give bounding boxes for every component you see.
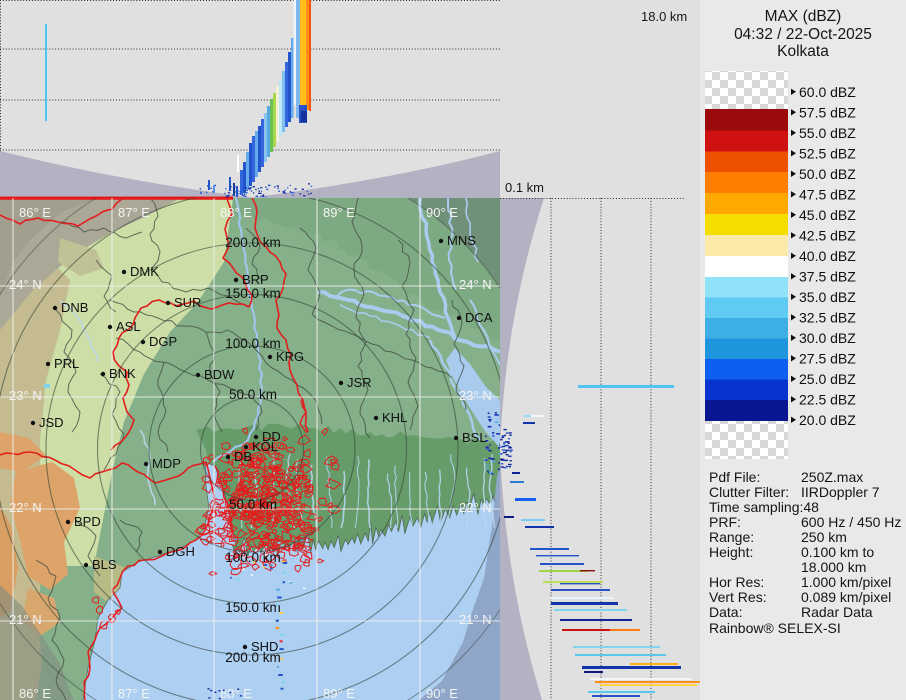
- svg-text:BLS: BLS: [92, 557, 117, 572]
- svg-text:37.5 dBZ: 37.5 dBZ: [799, 268, 856, 284]
- svg-text:50.0 dBZ: 50.0 dBZ: [799, 166, 856, 182]
- svg-text:89° E: 89° E: [323, 205, 355, 220]
- svg-text:88° E: 88° E: [220, 686, 252, 700]
- svg-text:20.0 dBZ: 20.0 dBZ: [799, 412, 856, 428]
- svg-text:DMK: DMK: [130, 264, 159, 279]
- svg-text:PRL: PRL: [54, 356, 79, 371]
- svg-text:DNB: DNB: [61, 300, 88, 315]
- svg-text:27.5 dBZ: 27.5 dBZ: [799, 350, 856, 366]
- svg-text:KHL: KHL: [382, 410, 407, 425]
- svg-text:30.0 dBZ: 30.0 dBZ: [799, 330, 856, 346]
- svg-text:60.0 dBZ: 60.0 dBZ: [799, 84, 856, 100]
- svg-text:50.0 km: 50.0 km: [229, 497, 277, 512]
- svg-text:52.5 dBZ: 52.5 dBZ: [799, 145, 856, 161]
- svg-text:ASL: ASL: [116, 319, 141, 334]
- svg-text:55.0 dBZ: 55.0 dBZ: [799, 125, 856, 141]
- svg-text:45.0 dBZ: 45.0 dBZ: [799, 207, 856, 223]
- svg-text:23° N: 23° N: [9, 388, 42, 403]
- svg-text:KRG: KRG: [276, 349, 304, 364]
- svg-text:150.0 km: 150.0 km: [225, 286, 281, 301]
- svg-text:57.5 dBZ: 57.5 dBZ: [799, 104, 856, 120]
- svg-text:24° N: 24° N: [459, 277, 492, 292]
- svg-text:47.5 dBZ: 47.5 dBZ: [799, 186, 856, 202]
- svg-text:22° N: 22° N: [9, 500, 42, 515]
- svg-text:200.0 km: 200.0 km: [225, 235, 281, 250]
- svg-text:BNK: BNK: [109, 366, 136, 381]
- svg-text:BDW: BDW: [204, 367, 235, 382]
- svg-text:89° E: 89° E: [323, 686, 355, 700]
- svg-text:MDP: MDP: [152, 456, 181, 471]
- svg-text:21° N: 21° N: [9, 612, 42, 627]
- svg-text:BSL: BSL: [462, 430, 487, 445]
- svg-text:42.5 dBZ: 42.5 dBZ: [799, 227, 856, 243]
- svg-text:100.0 km: 100.0 km: [225, 336, 281, 351]
- svg-text:JSR: JSR: [347, 375, 372, 390]
- svg-text:90° E: 90° E: [426, 686, 458, 700]
- svg-text:86° E: 86° E: [19, 686, 51, 700]
- svg-text:22.5 dBZ: 22.5 dBZ: [799, 391, 856, 407]
- svg-text:BRP: BRP: [242, 272, 269, 287]
- svg-text:DGH: DGH: [166, 544, 195, 559]
- svg-text:35.0 dBZ: 35.0 dBZ: [799, 289, 856, 305]
- svg-text:DGP: DGP: [149, 334, 177, 349]
- svg-text:32.5 dBZ: 32.5 dBZ: [799, 309, 856, 325]
- svg-text:87° E: 87° E: [118, 205, 150, 220]
- svg-text:86° E: 86° E: [19, 205, 51, 220]
- svg-text:150.0 km: 150.0 km: [225, 600, 281, 615]
- svg-text:JSD: JSD: [39, 415, 64, 430]
- svg-text:SUR: SUR: [174, 295, 201, 310]
- svg-text:23° N: 23° N: [459, 388, 492, 403]
- svg-text:KOL: KOL: [252, 439, 278, 454]
- svg-text:25.0 dBZ: 25.0 dBZ: [799, 371, 856, 387]
- svg-text:BPD: BPD: [74, 514, 101, 529]
- svg-text:SHD: SHD: [251, 639, 278, 654]
- svg-text:DCA: DCA: [465, 310, 493, 325]
- svg-text:40.0 dBZ: 40.0 dBZ: [799, 248, 856, 264]
- svg-text:MNS: MNS: [447, 233, 476, 248]
- svg-text:90° E: 90° E: [426, 205, 458, 220]
- svg-text:DB: DB: [234, 449, 252, 464]
- svg-text:88° E: 88° E: [220, 205, 252, 220]
- svg-text:87° E: 87° E: [118, 686, 150, 700]
- svg-text:24° N: 24° N: [9, 277, 42, 292]
- svg-text:21° N: 21° N: [459, 612, 492, 627]
- svg-text:50.0 km: 50.0 km: [229, 387, 277, 402]
- svg-text:22° N: 22° N: [459, 500, 492, 515]
